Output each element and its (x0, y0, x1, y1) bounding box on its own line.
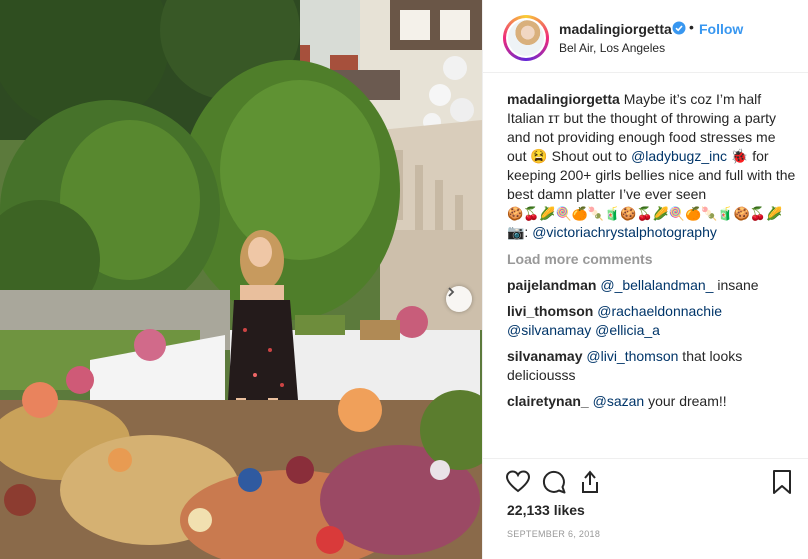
comment-mention[interactable]: @_bellalandman_ (600, 277, 713, 293)
post-details-panel: madalingiorgetta • Follow Bel Air, Los A… (482, 0, 808, 559)
next-photo-button[interactable] (446, 286, 472, 312)
caption-emoji-row: 🍪🍒🌽🍭🍊🍡🧃🍪🍒🌽🍭🍊🍡🧃🍪🍒🌽 (507, 206, 783, 221)
bookmark-icon[interactable] (769, 469, 795, 495)
comment-icon[interactable] (541, 469, 567, 495)
verified-badge-icon (672, 21, 686, 35)
separator-dot: • (689, 19, 694, 35)
comment-text: insane (713, 277, 759, 293)
post-photo[interactable] (0, 0, 482, 559)
caption-photo-credit: 📷: @victoriachrystalphotography (507, 223, 797, 242)
avatar-story-ring[interactable] (503, 15, 549, 61)
comment-username[interactable]: paijelandman (507, 277, 596, 293)
comment-item: paijelandman @_bellalandman_ insane (507, 276, 797, 295)
comment-item: silvanamay @livi_thomson that looks deli… (507, 347, 797, 385)
party-food-table-image (0, 0, 482, 559)
comment-username[interactable]: livi_thomson (507, 303, 593, 319)
comment-item: clairetynan_ @sazan your dream!! (507, 392, 797, 411)
comments-section: madalingiorgetta Maybe it’s coz I’m half… (507, 90, 797, 411)
comment-item: livi_thomson @rachaeldonnachie @silvanam… (507, 302, 797, 340)
comment-mention[interactable]: @livi_thomson (586, 348, 678, 364)
follow-button[interactable]: Follow (699, 21, 743, 37)
post-date: SEPTEMBER 6, 2018 (507, 529, 601, 539)
heart-icon[interactable] (505, 469, 531, 495)
avatar[interactable] (506, 18, 546, 58)
comment-username[interactable]: silvanamay (507, 348, 583, 364)
caption-mention-photographer[interactable]: @victoriachrystalphotography (532, 224, 717, 240)
share-icon[interactable] (577, 469, 603, 495)
caption-mention-ladybugz[interactable]: @ladybugz_inc (631, 148, 727, 164)
chevron-right-icon (448, 287, 455, 297)
camera-emoji: 📷: (507, 224, 529, 240)
avatar-image (508, 20, 544, 56)
post-location[interactable]: Bel Air, Los Angeles (559, 41, 665, 55)
comment-text: your dream!! (644, 393, 727, 409)
load-more-comments-button[interactable]: Load more comments (507, 250, 797, 269)
comment-mention[interactable]: @sazan (593, 393, 645, 409)
comment-username[interactable]: clairetynan_ (507, 393, 589, 409)
comment-mention[interactable]: @rachaeldonnachie (597, 303, 722, 319)
post-actions: 22,133 likes SEPTEMBER 6, 2018 (483, 458, 808, 559)
caption-username[interactable]: madalingiorgetta (507, 91, 620, 107)
likes-count[interactable]: 22,133 likes (507, 502, 585, 518)
comment-mention[interactable]: @ellicia_a (595, 322, 660, 338)
author-username[interactable]: madalingiorgetta (559, 21, 672, 37)
post-header: madalingiorgetta • Follow Bel Air, Los A… (483, 0, 808, 73)
caption: madalingiorgetta Maybe it’s coz I’m half… (507, 90, 797, 242)
comment-mention[interactable]: @silvanamay (507, 322, 591, 338)
